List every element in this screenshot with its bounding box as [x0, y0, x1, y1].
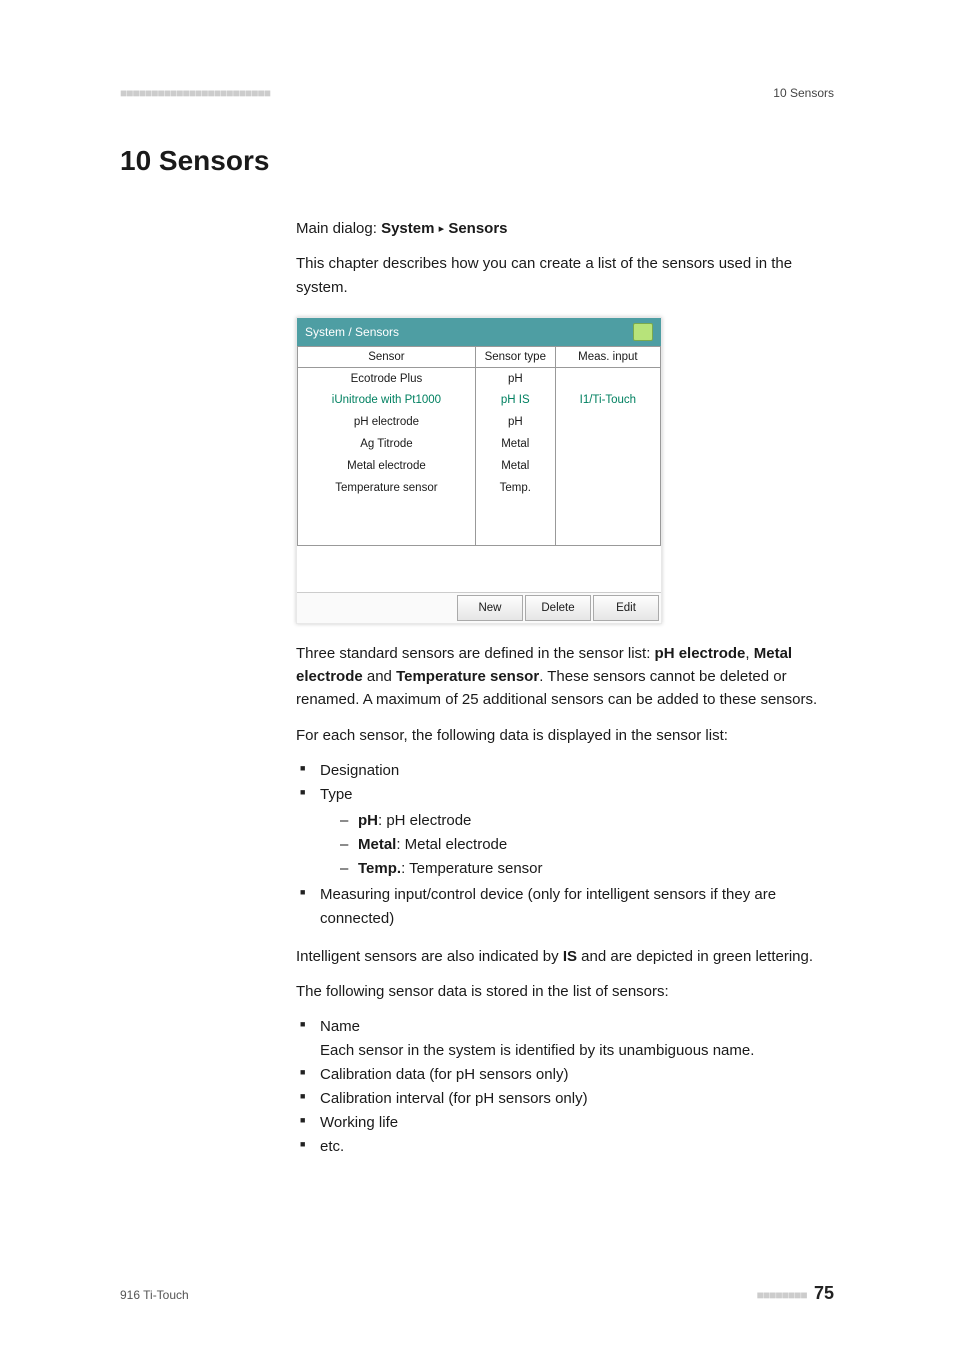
table-row[interactable]: Metal electrodeMetal: [298, 455, 661, 477]
col-sensor-header[interactable]: Sensor: [298, 346, 476, 367]
new-button[interactable]: New: [457, 595, 523, 621]
intelligent-sensors-paragraph: Intelligent sensors are also indicated b…: [296, 945, 834, 968]
page-title: 10 Sensors: [120, 145, 834, 177]
dialog-titlebar: System / Sensors: [297, 318, 661, 346]
cell-sensor-type: Metal: [475, 455, 555, 477]
cell-meas-input: [555, 367, 660, 389]
sensor-list-fields: Designation Type pH: pH electrode Metal:…: [296, 759, 834, 931]
cell-sensor: iUnitrode with Pt1000: [298, 389, 476, 411]
list-item: Name Each sensor in the system is identi…: [296, 1015, 834, 1063]
list-item: pH: pH electrode: [340, 809, 834, 833]
delete-button[interactable]: Delete: [525, 595, 591, 621]
list1-intro: For each sensor, the following data is d…: [296, 724, 834, 747]
cell-meas-input: [555, 477, 660, 499]
cell-sensor-type: pH IS: [475, 389, 555, 411]
cell-sensor: Ag Titrode: [298, 433, 476, 455]
breadcrumb-prefix: Main dialog:: [296, 220, 381, 237]
footer-page-number: 75: [814, 1283, 834, 1303]
cell-sensor: pH electrode: [298, 411, 476, 433]
header-marker: ■■■■■■■■■■■■■■■■■■■■■■■■: [120, 86, 270, 100]
footer-product: 916 Ti-Touch: [120, 1288, 189, 1302]
cell-meas-input: [555, 455, 660, 477]
list-item: etc.: [296, 1135, 834, 1159]
sensors-dialog-screenshot: System / Sensors Sensor Sensor type Meas…: [296, 317, 662, 624]
breadcrumb: Main dialog: System ▸ Sensors: [296, 217, 834, 240]
cell-sensor: Metal electrode: [298, 455, 476, 477]
list-item: Calibration data (for pH sensors only): [296, 1063, 834, 1087]
breadcrumb-system: System: [381, 220, 434, 237]
list-item: Measuring input/control device (only for…: [296, 883, 834, 931]
footer-bars-icon: ■■■■■■■■: [757, 1288, 807, 1302]
cell-sensor-type: Temp.: [475, 477, 555, 499]
cell-sensor-type: pH: [475, 367, 555, 389]
table-row[interactable]: Ecotrode PluspH: [298, 367, 661, 389]
table-row[interactable]: Temperature sensorTemp.: [298, 477, 661, 499]
intro-paragraph: This chapter describes how you can creat…: [296, 252, 834, 299]
cell-sensor: Temperature sensor: [298, 477, 476, 499]
table-row[interactable]: Ag TitrodeMetal: [298, 433, 661, 455]
list-item: Temp.: Temperature sensor: [340, 857, 834, 881]
breadcrumb-separator-icon: ▸: [439, 223, 445, 235]
cell-meas-input: [555, 411, 660, 433]
list2-intro: The following sensor data is stored in t…: [296, 980, 834, 1003]
table-row[interactable]: iUnitrode with Pt1000pH ISI1/Ti-Touch: [298, 389, 661, 411]
col-sensor-type-header[interactable]: Sensor type: [475, 346, 555, 367]
list-item: Calibration interval (for pH sensors onl…: [296, 1087, 834, 1111]
cell-sensor-type: Metal: [475, 433, 555, 455]
list-item: Working life: [296, 1111, 834, 1135]
home-icon[interactable]: [633, 323, 653, 341]
sensors-table: Sensor Sensor type Meas. input Ecotrode …: [297, 346, 661, 546]
standard-sensors-paragraph: Three standard sensors are defined in th…: [296, 642, 834, 712]
col-meas-input-header[interactable]: Meas. input: [555, 346, 660, 367]
footer-page: ■■■■■■■■ 75: [757, 1283, 834, 1304]
sensor-stored-data-list: Name Each sensor in the system is identi…: [296, 1015, 834, 1159]
list-item: Metal: Metal electrode: [340, 833, 834, 857]
header-chapter-label: 10 Sensors: [773, 86, 834, 100]
dialog-title: System / Sensors: [305, 325, 399, 339]
edit-button[interactable]: Edit: [593, 595, 659, 621]
cell-meas-input: I1/Ti-Touch: [555, 389, 660, 411]
table-row[interactable]: pH electrodepH: [298, 411, 661, 433]
cell-meas-input: [555, 433, 660, 455]
breadcrumb-sensors: Sensors: [448, 220, 507, 237]
list-item: Designation: [296, 759, 834, 783]
cell-sensor-type: pH: [475, 411, 555, 433]
list-item: Type pH: pH electrode Metal: Metal elect…: [296, 783, 834, 881]
cell-sensor: Ecotrode Plus: [298, 367, 476, 389]
